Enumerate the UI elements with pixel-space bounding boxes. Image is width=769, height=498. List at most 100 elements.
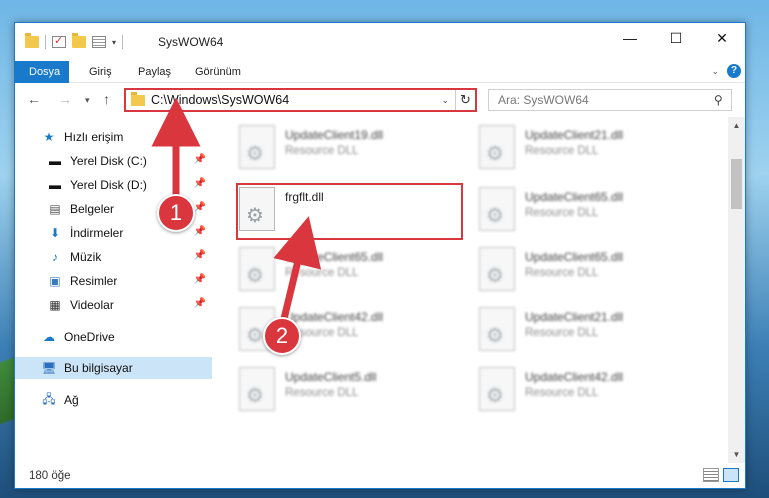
pin-icon: 📌 [193,274,206,285]
list-item[interactable]: UpdateClient5.dll Resource DLL [239,367,464,417]
vertical-scrollbar[interactable]: ▲ ▼ [728,117,745,463]
star-icon: ★ [43,130,55,144]
annotation-badge-2: 2 [263,317,301,355]
list-item[interactable]: UpdateClient21.dll Resource DLL [479,125,704,175]
dll-file-icon [479,125,515,169]
customize-toolbar-arrow-icon[interactable]: ▾ [112,38,116,47]
sidebar-item-label: OneDrive [64,330,115,344]
help-icon[interactable]: ? [727,64,741,78]
sidebar-item-music[interactable]: ♪ Müzik 📌 [15,246,212,268]
scroll-thumb[interactable] [731,159,742,209]
file-list: UpdateClient19.dll Resource DLL UpdateCli… [215,121,727,463]
status-bar: 180 öğe [15,463,745,489]
minimize-button[interactable]: — [607,23,653,53]
quick-access-toolbar: ▾ [25,33,124,49]
videos-icon: ▦ [49,298,61,312]
file-name: UpdateClient21.dll [525,128,624,142]
file-name: UpdateClient19.dll [285,128,384,142]
file-type: Resource DLL [285,387,359,399]
title-bar: ▾ SysWOW64 — ☐ ✕ [15,23,745,61]
file-name: UpdateClient42.dll [285,310,384,324]
file-type: Resource DLL [525,267,599,279]
sidebar-item-label: Belgeler [70,202,115,216]
refresh-icon[interactable]: ↻ [455,90,475,110]
scroll-up-arrow-icon[interactable]: ▲ [728,117,745,134]
file-type: Resource DLL [525,207,599,219]
sidebar-item-label: Videolar [70,298,114,312]
tab-share[interactable]: Paylaş [138,61,171,83]
sidebar-item-this-pc[interactable]: 🖥 Bu bilgisayar [15,357,212,379]
list-item[interactable]: UpdateClient65.dll Resource DLL [239,247,464,297]
dll-file-icon [479,367,515,411]
computer-icon: 🖥 [41,361,57,375]
target-file-highlight-box [236,183,463,240]
dll-file-icon [479,247,515,291]
file-name: UpdateClient65.dll [525,250,624,264]
file-name: UpdateClient5.dll [285,370,377,384]
pin-icon: 📌 [193,298,206,309]
back-arrow-icon[interactable]: ← [27,91,41,107]
drive-icon: ▬ [49,154,61,168]
navigation-pane: ★ Hızlı erişim ▬ Yerel Disk (C:) 📌 ▬ Yer… [15,121,212,461]
sidebar-item-onedrive[interactable]: ☁ OneDrive [15,326,212,348]
file-type: Resource DLL [525,327,599,339]
downloads-icon: ⬇ [49,226,61,240]
sidebar-item-local-disk-c[interactable]: ▬ Yerel Disk (C:) 📌 [15,150,212,172]
sidebar-item-quick-access[interactable]: ★ Hızlı erişim [15,126,212,148]
pin-icon: 📌 [193,154,206,165]
properties-check-icon[interactable] [52,34,66,48]
list-item[interactable]: UpdateClient65.dll Resource DLL [479,187,704,237]
sidebar-item-label: Bu bilgisayar [64,361,133,375]
sidebar-item-label: İndirmeler [70,226,124,240]
list-item[interactable]: UpdateClient19.dll Resource DLL [239,125,464,175]
tab-home[interactable]: Giriş [89,61,112,83]
folder-icon [131,91,145,106]
sidebar-item-label: Yerel Disk (C:) [70,154,147,168]
list-item[interactable]: UpdateClient65.dll Resource DLL [479,247,704,297]
search-box[interactable]: Ara: SysWOW64 ⚲ [488,89,732,111]
pictures-icon: ▣ [49,274,61,288]
sidebar-item-network[interactable]: 🖧 Ağ [15,389,212,411]
sidebar-item-local-disk-d[interactable]: ▬ Yerel Disk (D:) 📌 [15,174,212,196]
sidebar-item-pictures[interactable]: ▣ Resimler 📌 [15,270,212,292]
new-folder-icon[interactable] [72,33,86,48]
cloud-icon: ☁ [43,330,55,344]
address-bar[interactable]: C:\Windows\SysWOW64 ⌄ ↻ [124,88,477,112]
music-icon: ♪ [52,250,58,264]
view-switcher [703,468,739,482]
tab-view[interactable]: Görünüm [195,61,241,83]
address-path[interactable]: C:\Windows\SysWOW64 [151,93,441,107]
tiles-view-icon[interactable] [723,468,739,482]
sidebar-item-videos[interactable]: ▦ Videolar 📌 [15,294,212,316]
sidebar-item-label: Müzik [70,250,102,264]
pin-icon: 📌 [193,178,206,189]
search-input[interactable]: Ara: SysWOW64 [498,93,714,107]
maximize-button[interactable]: ☐ [653,23,699,53]
close-button[interactable]: ✕ [699,23,745,53]
sidebar-item-label: Hızlı erişim [64,130,124,144]
up-arrow-icon[interactable]: ↑ [103,91,110,107]
list-item[interactable]: UpdateClient21.dll Resource DLL [479,307,704,357]
sidebar-item-label: Ağ [64,393,79,407]
address-dropdown-chevron-icon[interactable]: ⌄ [441,95,449,106]
pin-icon: 📌 [193,202,206,213]
window-title: SysWOW64 [158,35,224,49]
pin-icon: 📌 [193,250,206,261]
file-type: Resource DLL [525,387,599,399]
scroll-down-arrow-icon[interactable]: ▼ [728,446,745,463]
expand-ribbon-chevron-icon[interactable]: ⌄ [711,66,719,77]
folder-icon [25,33,39,48]
list-item[interactable]: UpdateClient42.dll Resource DLL [479,367,704,417]
toolbar-divider [122,35,124,49]
item-count: 180 öğe [29,470,71,482]
file-name: UpdateClient65.dll [525,190,624,204]
drive-icon: ▬ [49,178,61,192]
properties-icon[interactable] [92,36,106,48]
forward-arrow-icon[interactable]: → [58,91,72,107]
search-icon[interactable]: ⚲ [714,93,723,107]
network-icon: 🖧 [42,391,56,406]
ribbon-tabs: Dosya Giriş Paylaş Görünüm ⌄ ? [15,61,745,83]
recent-locations-chevron-icon[interactable]: ▾ [85,95,90,106]
details-view-icon[interactable] [703,468,719,482]
tab-file[interactable]: Dosya [15,61,69,83]
